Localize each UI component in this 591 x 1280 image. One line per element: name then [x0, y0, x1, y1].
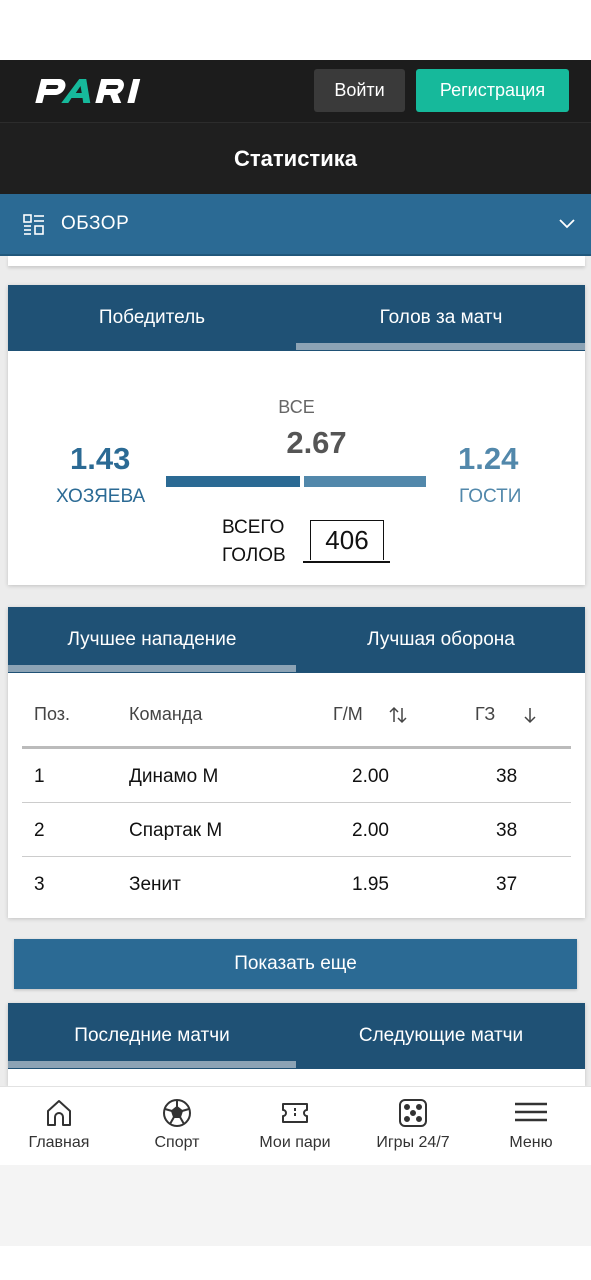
- table-row[interactable]: 1 Динамо М 2.00 38: [22, 749, 571, 803]
- hamburger-menu-icon: [515, 1102, 547, 1122]
- row-position: 3: [34, 874, 45, 895]
- tab-best-defense[interactable]: Лучшая оборона: [297, 607, 585, 673]
- tab-best-attack[interactable]: Лучшее нападение: [8, 607, 296, 673]
- ticket-icon: [282, 1103, 308, 1123]
- nav-sport[interactable]: Спорт: [118, 1087, 236, 1166]
- best-attack-card: Лучшее нападение Лучшая оборона Поз. Ком…: [8, 607, 585, 918]
- overview-dropdown[interactable]: ОБЗОР: [0, 194, 591, 256]
- home-goals-bar: [166, 476, 300, 487]
- active-tab-indicator: [296, 343, 585, 350]
- teams-table: Поз. Команда Г/М ГЗ 1 Динамо М 2.00 38 2…: [22, 673, 571, 911]
- home-value: 1.43: [70, 441, 131, 476]
- nav-menu[interactable]: Меню: [472, 1087, 590, 1166]
- dice-icon: [399, 1099, 427, 1127]
- pari-logo[interactable]: [34, 76, 152, 106]
- sort-both-icon[interactable]: [388, 705, 408, 725]
- nav-my-bets[interactable]: Мои пари: [236, 1087, 354, 1166]
- best-tabs: Лучшее нападение Лучшая оборона: [8, 607, 585, 673]
- matches-card: Последние матчи Следующие матчи: [8, 1003, 585, 1086]
- tab-winner[interactable]: Победитель: [8, 285, 296, 351]
- active-tab-indicator: [8, 1061, 296, 1068]
- grid-list-icon: [23, 214, 44, 235]
- bottom-navigation: Главная Спорт Мои пари Игры 24/7 Меню: [0, 1086, 591, 1165]
- away-value: 1.24: [458, 441, 519, 476]
- system-nav-area: [0, 1165, 591, 1246]
- home-label: ХОЗЯЕВА: [56, 486, 146, 507]
- tab-last-matches[interactable]: Последние матчи: [8, 1003, 296, 1069]
- away-label: ГОСТИ: [459, 486, 522, 507]
- all-label: ВСЕ: [278, 397, 315, 417]
- soccer-ball-icon: [163, 1099, 191, 1127]
- nav-menu-label: Меню: [509, 1134, 553, 1151]
- nav-sport-label: Спорт: [154, 1134, 200, 1151]
- nav-games[interactable]: Игры 24/7: [354, 1087, 472, 1166]
- chevron-down-icon: [559, 219, 575, 229]
- total-goals-label: ВСЕГО ГОЛОВ: [222, 517, 286, 566]
- col-goals-per-match[interactable]: Г/М: [333, 704, 363, 725]
- row-team: Зенит: [129, 874, 181, 895]
- goals-tabs: Победитель Голов за матч: [8, 285, 585, 351]
- total-goals-underline: [303, 561, 390, 563]
- row-team: Спартак М: [129, 820, 223, 841]
- register-button[interactable]: Регистрация: [416, 69, 569, 112]
- table-header: Поз. Команда Г/М ГЗ: [22, 673, 571, 749]
- overview-label: ОБЗОР: [61, 213, 130, 234]
- show-more-button[interactable]: Показать еще: [14, 939, 577, 989]
- total-goals-value: 406: [310, 520, 384, 560]
- col-team: Команда: [129, 704, 203, 724]
- matches-tabs: Последние матчи Следующие матчи: [8, 1003, 585, 1069]
- page-title-bar: Статистика: [0, 122, 591, 194]
- nav-home[interactable]: Главная: [0, 1087, 118, 1166]
- row-gz: 38: [496, 820, 518, 841]
- table-row[interactable]: 3 Зенит 1.95 37: [22, 857, 571, 911]
- home-icon: [47, 1100, 71, 1126]
- table-row[interactable]: 2 Спартак М 2.00 38: [22, 803, 571, 857]
- row-position: 1: [34, 766, 45, 787]
- row-gm: 2.00: [352, 820, 389, 841]
- col-goals-scored[interactable]: ГЗ: [475, 704, 495, 725]
- row-position: 2: [34, 820, 45, 841]
- status-bar-area: [0, 0, 591, 60]
- goals-stats-card: Победитель Голов за матч ВСЕ 2.67 1.43 Х…: [8, 285, 585, 585]
- sort-down-icon[interactable]: [522, 705, 538, 725]
- row-gz: 38: [496, 766, 518, 787]
- active-tab-indicator: [8, 665, 296, 672]
- previous-card-edge: [8, 256, 585, 266]
- row-gm: 1.95: [352, 874, 389, 895]
- login-button[interactable]: Войти: [314, 69, 405, 112]
- row-gz: 37: [496, 874, 518, 895]
- nav-games-label: Игры 24/7: [376, 1134, 450, 1151]
- app-header: Войти Регистрация: [0, 60, 591, 122]
- col-position: Поз.: [34, 704, 70, 724]
- row-gm: 2.00: [352, 766, 389, 787]
- nav-my-bets-label: Мои пари: [259, 1134, 331, 1151]
- nav-home-label: Главная: [28, 1134, 90, 1151]
- tab-goals-per-match[interactable]: Голов за матч: [297, 285, 585, 351]
- page-title: Статистика: [234, 145, 357, 171]
- away-goals-bar: [304, 476, 426, 487]
- tab-next-matches[interactable]: Следующие матчи: [297, 1003, 585, 1069]
- row-team: Динамо М: [129, 766, 219, 787]
